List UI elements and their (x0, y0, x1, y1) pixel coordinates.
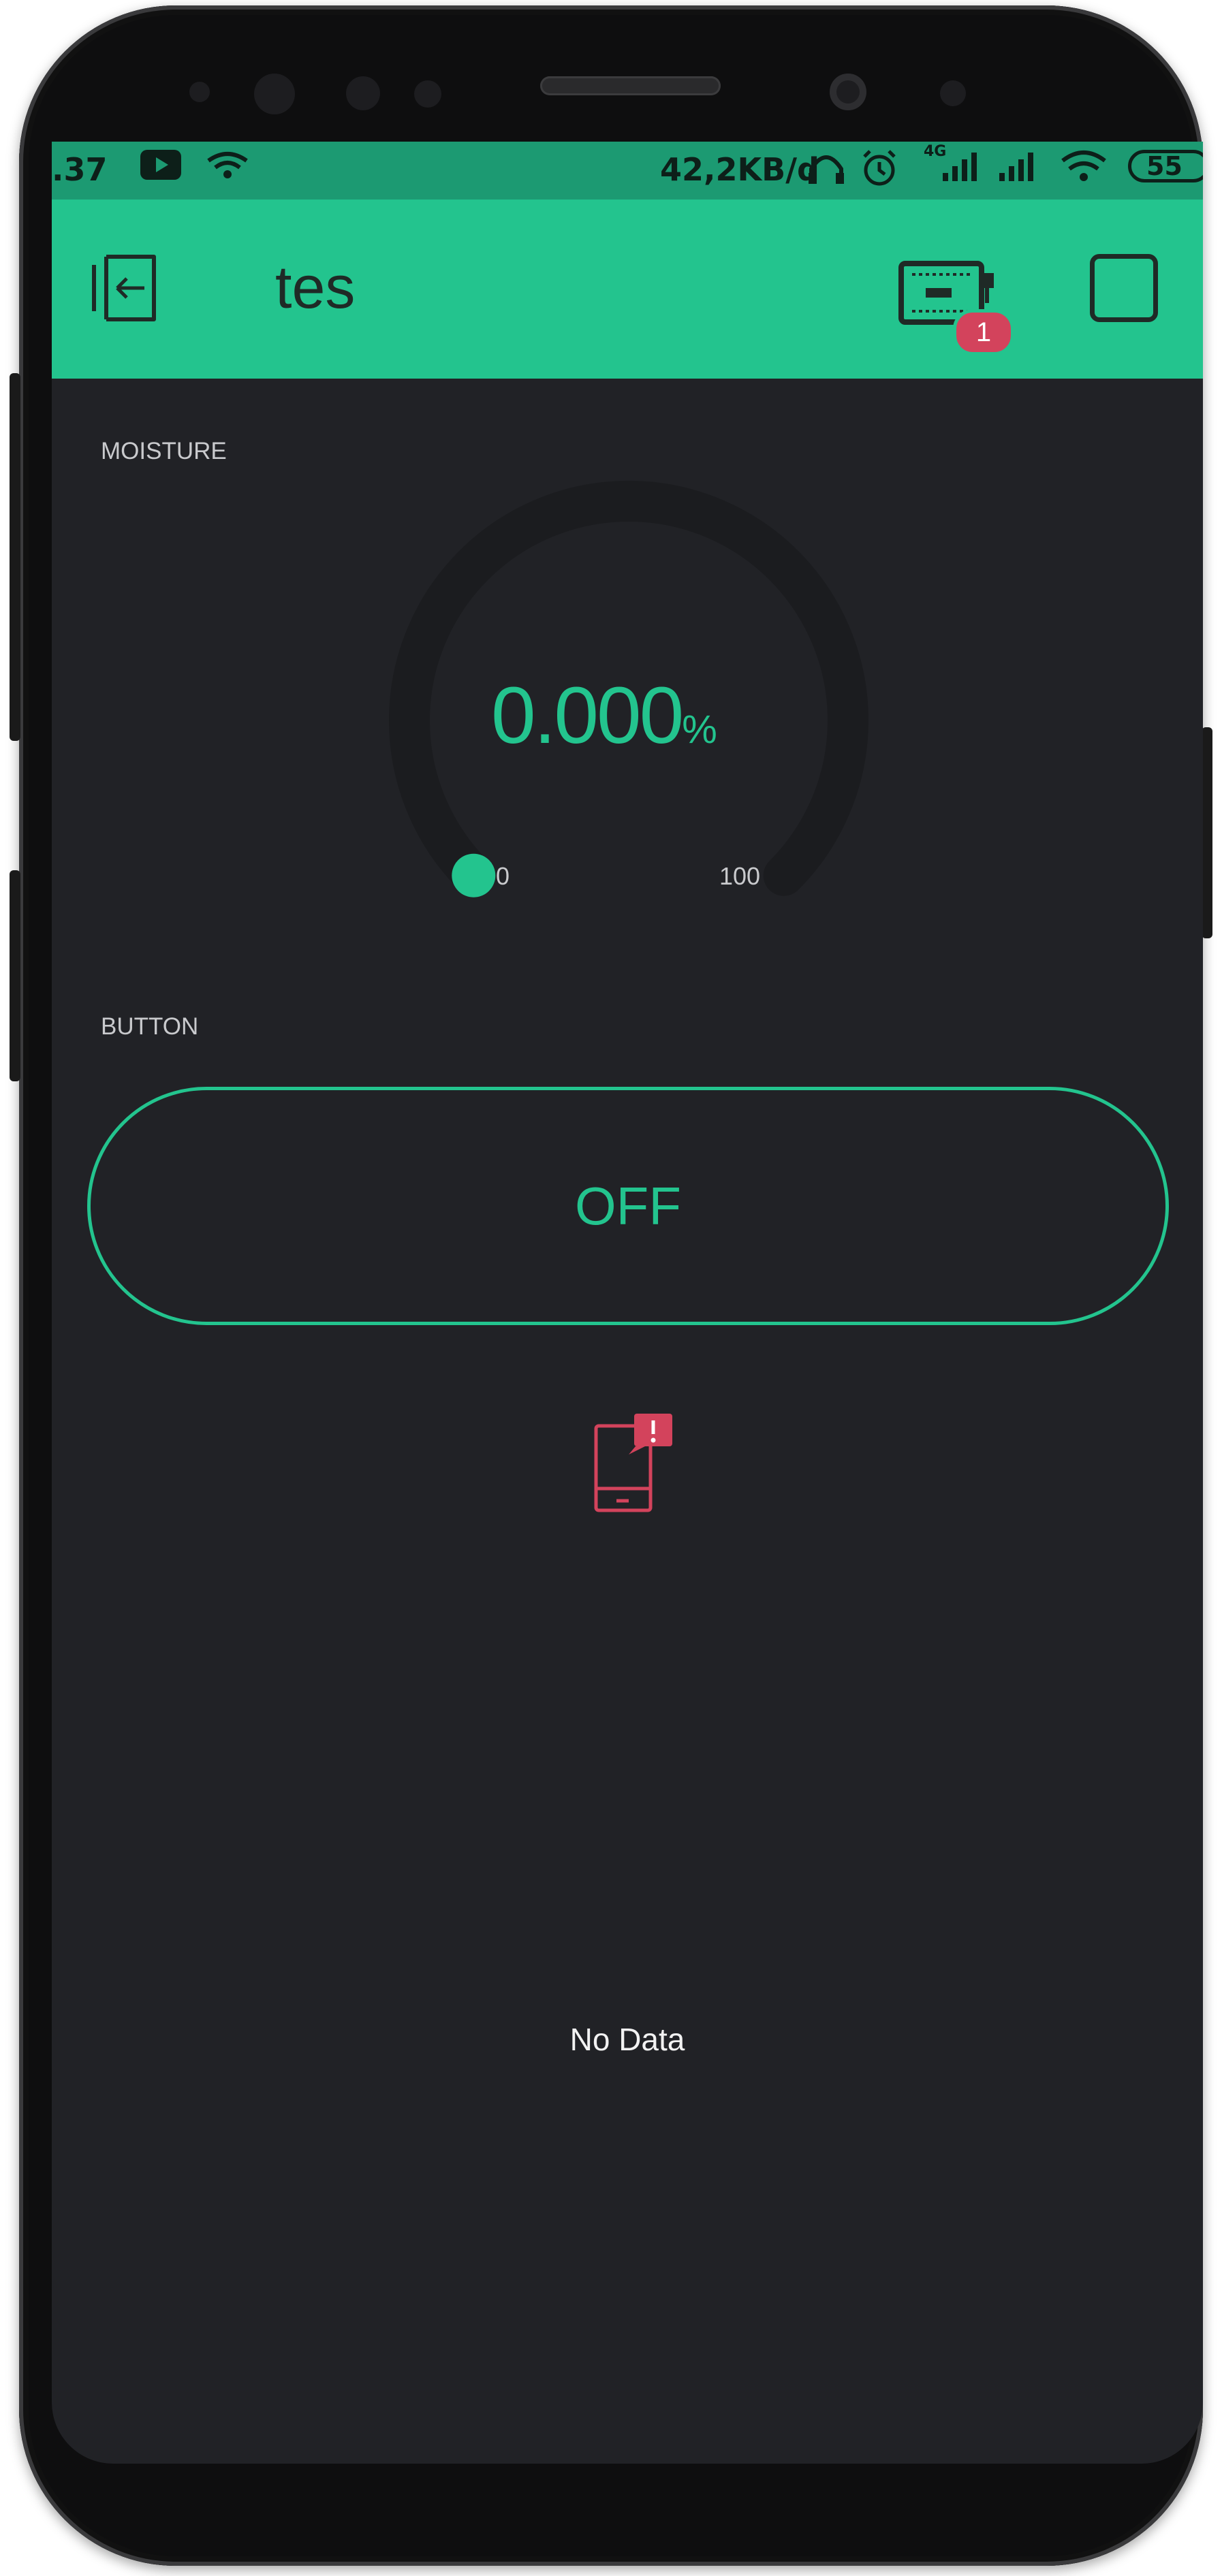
gauge-min: 0 (496, 862, 510, 890)
gauge-max: 100 (719, 862, 761, 890)
graph-empty-text: No Data (569, 2022, 685, 2057)
gauge (389, 481, 868, 897)
screen: .37 42,2KB/d 4G 55 tes 1 MOISTURE 0.000%… (52, 142, 1203, 2464)
device-offline-icon (593, 1412, 675, 1514)
gauge-value-display: 0.000% (491, 669, 717, 762)
gauge-indicator (452, 853, 496, 897)
power-button (1202, 727, 1212, 938)
sensor-dot (940, 80, 966, 106)
sensor-dot (346, 76, 380, 110)
gauge-value: 0.000 (491, 671, 684, 761)
button-widget-label: BUTTON (101, 1013, 199, 1040)
sensor-dot (254, 74, 295, 114)
switch-button[interactable]: OFF (87, 1087, 1169, 1325)
sensor-dot (189, 82, 210, 102)
front-camera (830, 74, 866, 110)
earpiece-speaker (540, 76, 721, 95)
bixby-button (10, 870, 20, 1081)
volume-button (10, 373, 20, 741)
phone-frame: .37 42,2KB/d 4G 55 tes 1 MOISTURE 0.000%… (10, 5, 1212, 2566)
gauge-unit: % (682, 707, 717, 752)
sensor-dot (414, 80, 441, 108)
